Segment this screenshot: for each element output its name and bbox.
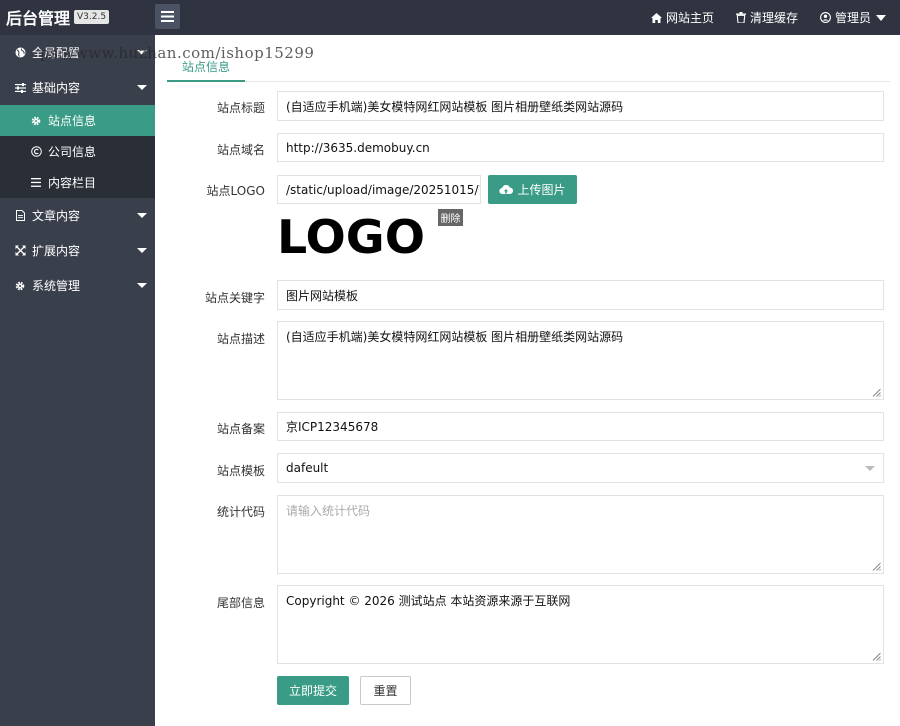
site-icp-input[interactable]: 京ICP12345678: [277, 412, 884, 441]
sidebar: 全局配置 基础内容 站点信息 公司信息 内容栏目 文章内容 扩展内容 系统管理: [0, 35, 155, 726]
file-icon: [14, 210, 26, 222]
sidebar-item-label: 系统管理: [32, 279, 81, 293]
chevron-down-icon: [137, 213, 147, 218]
menu-toggle-button[interactable]: [155, 4, 180, 29]
stats-code-label: 统计代码: [216, 505, 265, 519]
nav-home-link[interactable]: 网站主页: [650, 9, 714, 26]
site-keywords-input[interactable]: 图片网站模板: [277, 280, 884, 310]
home-icon: [650, 12, 662, 23]
sidebar-item-article-content[interactable]: 文章内容: [0, 198, 155, 233]
expand-icon: [14, 245, 26, 257]
caret-down-icon: [876, 14, 886, 21]
site-description-label: 站点描述: [216, 332, 265, 346]
version-badge: V3.2.5: [74, 10, 110, 24]
resize-grip-icon[interactable]: [872, 652, 881, 661]
sidebar-item-label: 文章内容: [32, 209, 81, 223]
footer-info-label: 尾部信息: [216, 596, 265, 610]
footer-info-textarea[interactable]: Copyright © 2026 测试站点 本站资源来源于互联网: [277, 585, 884, 664]
nav-clear-cache-link[interactable]: 清理缓存: [735, 9, 798, 26]
trash-icon: [735, 12, 746, 23]
sidebar-item-basic-content[interactable]: 基础内容: [0, 70, 155, 105]
sliders-icon: [14, 82, 26, 94]
tab-site-info[interactable]: 站点信息: [167, 53, 246, 82]
nav-admin-dropdown[interactable]: 管理员: [820, 9, 886, 26]
nav-admin-label: 管理员: [834, 11, 871, 25]
site-template-select[interactable]: dafeult: [277, 453, 884, 483]
sidebar-submenu: 站点信息 公司信息 内容栏目: [0, 105, 155, 198]
site-title-input[interactable]: (自适应手机端)美女模特网红网站模板 图片相册壁纸类网站源码: [277, 91, 884, 121]
site-template-label: 站点模板: [216, 464, 265, 478]
site-description-text: (自适应手机端)美女模特网红网站模板 图片相册壁纸类网站源码: [286, 330, 624, 344]
site-description-textarea[interactable]: (自适应手机端)美女模特网红网站模板 图片相册壁纸类网站源码: [277, 321, 884, 400]
logo-preview-text: LOGO: [277, 211, 425, 259]
site-template-value: dafeult: [286, 461, 329, 475]
chevron-down-icon: [865, 466, 875, 471]
copyright-icon: [30, 146, 42, 158]
site-icp-label: 站点备案: [216, 422, 265, 436]
stats-code-textarea[interactable]: 请输入统计代码: [277, 495, 884, 574]
sidebar-item-label: 全局配置: [32, 46, 81, 60]
sidebar-item-label: 基础内容: [32, 81, 81, 95]
sidebar-subitem-company-info[interactable]: 公司信息: [0, 136, 155, 167]
brand-title: 后台管理: [6, 9, 71, 28]
tab-bar: 站点信息: [167, 53, 890, 82]
gear-icon: [30, 115, 42, 127]
submit-button[interactable]: 立即提交: [277, 676, 349, 705]
site-domain-label: 站点域名: [216, 143, 265, 157]
sidebar-subitem-label: 站点信息: [48, 114, 97, 128]
nav-home-label: 网站主页: [665, 11, 714, 25]
chevron-down-icon: [137, 85, 147, 90]
site-logo-path-input[interactable]: /static/upload/image/20251015/176050: [277, 175, 481, 204]
site-keywords-label: 站点关键字: [204, 291, 265, 305]
site-title-label: 站点标题: [216, 101, 265, 115]
chevron-down-icon: [137, 283, 147, 288]
site-logo-label: 站点LOGO: [206, 184, 265, 198]
globe-icon: [14, 47, 26, 59]
sidebar-item-extended-content[interactable]: 扩展内容: [0, 233, 155, 268]
sidebar-item-system-management[interactable]: 系统管理: [0, 268, 155, 303]
cloud-upload-icon: [499, 184, 514, 195]
brand[interactable]: 后台管理 V3.2.5: [6, 6, 110, 28]
site-domain-input[interactable]: http://3635.demobuy.cn: [277, 133, 884, 162]
stats-code-placeholder: 请输入统计代码: [286, 504, 371, 518]
sidebar-subitem-label: 内容栏目: [48, 176, 97, 190]
sidebar-item-label: 扩展内容: [32, 244, 81, 258]
chevron-down-icon: [137, 248, 147, 253]
sidebar-subitem-label: 公司信息: [48, 145, 97, 159]
resize-grip-icon[interactable]: [872, 388, 881, 397]
logo-preview-image: LOGO: [277, 211, 425, 259]
footer-info-text: Copyright © 2026 测试站点 本站资源来源于互联网: [286, 594, 571, 608]
gear-icon: [14, 280, 26, 292]
reset-button[interactable]: 重置: [360, 676, 411, 705]
main-content: 站点信息 站点标题 (自适应手机端)美女模特网红网站模板 图片相册壁纸类网站源码…: [155, 35, 900, 726]
sidebar-item-global-config[interactable]: 全局配置: [0, 35, 155, 70]
top-nav: 网站主页 清理缓存 管理员: [650, 0, 900, 35]
top-header: 后台管理 V3.2.5 网站主页 清理缓存 管理员: [0, 0, 900, 35]
delete-logo-button[interactable]: 删除: [438, 209, 463, 226]
nav-clear-cache-label: 清理缓存: [749, 11, 798, 25]
upload-image-label: 上传图片: [517, 183, 566, 197]
resize-grip-icon[interactable]: [872, 562, 881, 571]
list-icon: [30, 177, 42, 189]
chevron-down-icon: [137, 50, 147, 55]
upload-image-button[interactable]: 上传图片: [488, 175, 577, 204]
hamburger-icon: [161, 11, 174, 22]
user-circle-icon: [820, 12, 831, 23]
sidebar-subitem-site-info[interactable]: 站点信息: [0, 105, 155, 136]
sidebar-subitem-content-columns[interactable]: 内容栏目: [0, 167, 155, 198]
